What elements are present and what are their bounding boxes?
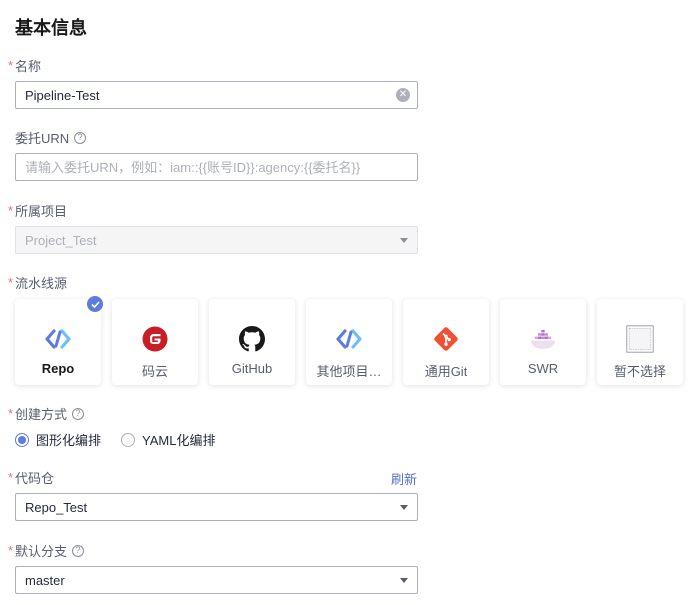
repo-select-value: Repo_Test: [25, 499, 88, 515]
source-card-label: 通用Git: [424, 364, 468, 379]
branch-select[interactable]: master: [15, 566, 418, 594]
name-input[interactable]: [25, 87, 408, 103]
radio-button-checked[interactable]: [15, 432, 29, 447]
help-icon[interactable]: ?: [74, 131, 87, 144]
repo-icon: [44, 325, 72, 353]
project-select: Project_Test: [15, 226, 418, 254]
source-card-other-project[interactable]: 其他项目…: [306, 299, 392, 385]
urn-input-wrapper[interactable]: [15, 153, 418, 181]
radio-button-unchecked[interactable]: [121, 432, 136, 447]
repo-label: * 代码仓: [8, 470, 55, 486]
radio-yaml[interactable]: YAML化编排: [121, 430, 215, 449]
create-mode-label: * 创建方式 ?: [8, 404, 85, 423]
source-card-repo[interactable]: Repo: [15, 296, 103, 385]
chevron-down-icon[interactable]: [400, 578, 408, 583]
required-mark: *: [8, 275, 14, 290]
source-card-label: 码云: [141, 364, 168, 379]
source-card-label: SWR: [527, 361, 559, 376]
urn-input[interactable]: [25, 159, 408, 175]
required-mark: *: [8, 406, 14, 421]
required-mark: *: [8, 203, 14, 218]
project-select-value: Project_Test: [25, 232, 97, 248]
git-icon: [432, 325, 460, 353]
source-card-label: Repo: [41, 361, 75, 376]
chevron-down-icon[interactable]: [400, 505, 408, 510]
source-card-list: Repo 码云 GitHub 其他项目… 通用Git SWR 暂不选择: [15, 296, 683, 385]
project-label: * 所属项目: [8, 203, 68, 219]
other-project-icon: [335, 325, 363, 353]
repo-select[interactable]: Repo_Test: [15, 493, 418, 521]
required-mark: *: [8, 543, 14, 558]
github-icon: [238, 325, 266, 353]
chevron-down-icon: [400, 238, 408, 243]
refresh-link[interactable]: 刷新: [391, 469, 417, 488]
source-label: * 流水线源: [8, 275, 68, 291]
name-input-wrapper[interactable]: ✕: [15, 81, 418, 109]
help-icon[interactable]: ?: [72, 407, 85, 420]
none-icon: [626, 325, 654, 353]
source-card-none[interactable]: 暂不选择: [597, 299, 683, 385]
help-icon[interactable]: ?: [72, 544, 85, 557]
source-card-gitee[interactable]: 码云: [112, 299, 198, 385]
create-mode-radio-group: 图形化编排 YAML化编排: [15, 430, 235, 449]
clear-icon[interactable]: ✕: [396, 88, 410, 102]
gitee-icon: [141, 325, 169, 353]
branch-label: * 默认分支 ?: [8, 541, 85, 560]
required-mark: *: [8, 58, 14, 73]
source-card-git[interactable]: 通用Git: [403, 299, 489, 385]
branch-select-value: master: [25, 572, 65, 588]
source-card-swr[interactable]: SWR: [500, 299, 586, 385]
source-card-github[interactable]: GitHub: [209, 299, 295, 385]
source-card-label: 暂不选择: [613, 364, 666, 379]
name-label: * 名称: [8, 58, 42, 74]
swr-icon: [529, 325, 557, 353]
urn-label: 委托URN ?: [8, 128, 87, 147]
source-card-label: 其他项目…: [316, 364, 382, 379]
source-card-label: GitHub: [231, 361, 273, 376]
required-mark: *: [8, 470, 14, 485]
radio-graphical[interactable]: 图形化编排: [15, 430, 101, 449]
check-icon: [87, 296, 103, 312]
section-title: 基本信息: [15, 18, 87, 38]
